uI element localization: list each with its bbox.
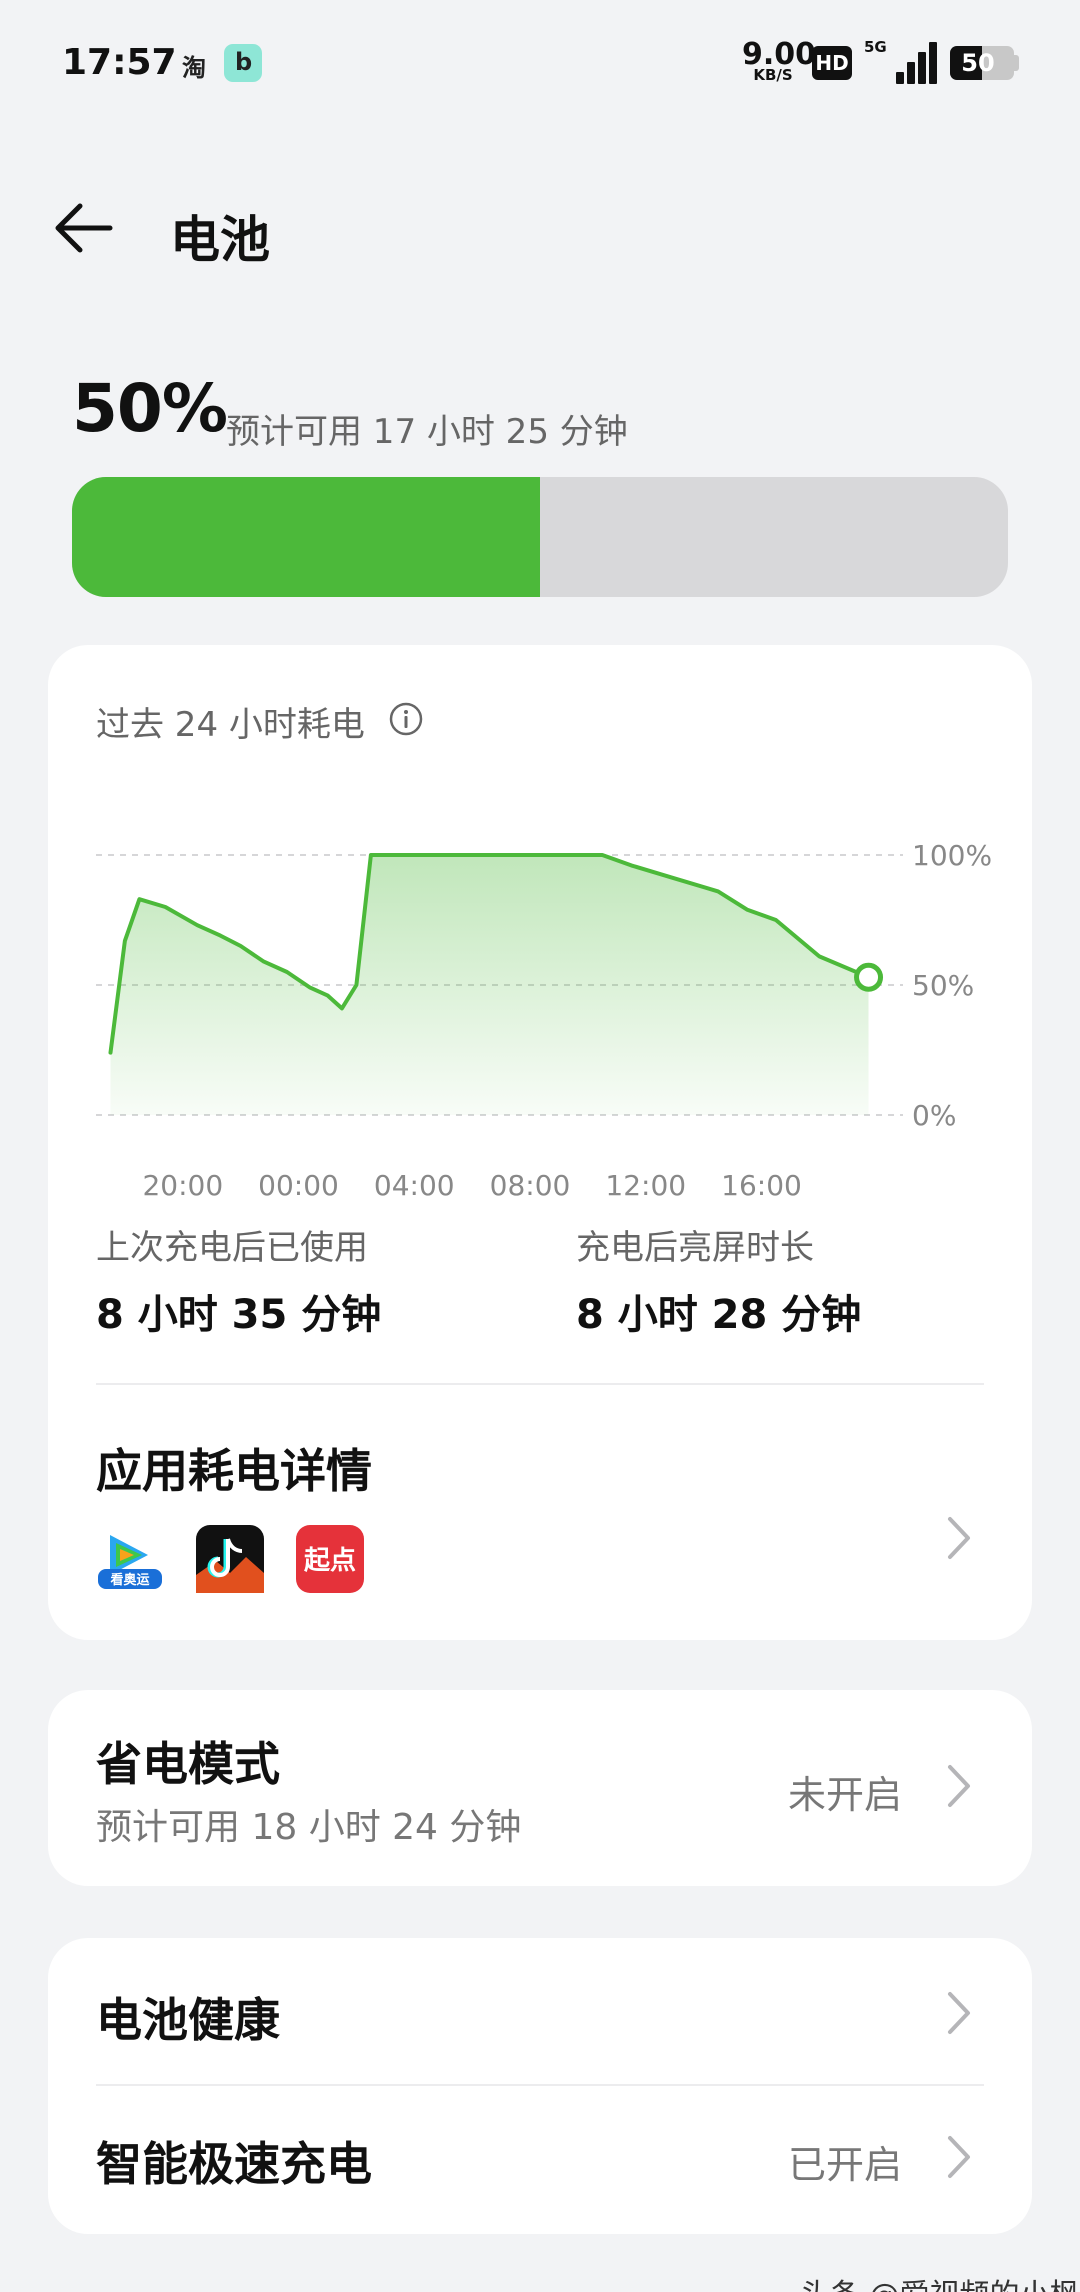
chart-x-tick-label: 16:00 — [721, 1169, 802, 1202]
battery-level-bar — [72, 477, 1008, 597]
stat-used-value: 8 小时 35 分钟 — [96, 1292, 382, 1338]
chart-x-tick-label: 08:00 — [490, 1169, 571, 1202]
chart-x-tick-label: 00:00 — [258, 1169, 339, 1202]
chevron-right-icon[interactable] — [944, 2134, 974, 2180]
hd-badge: HD — [812, 46, 852, 80]
stat-screen-label: 充电后亮屏时长 — [576, 1228, 814, 1268]
tencent-video-icon: 看奥运 — [96, 1525, 164, 1593]
battery-health-card: 电池健康 智能极速充电 已开启 — [48, 1938, 1032, 2234]
chevron-right-icon[interactable] — [944, 1515, 974, 1561]
chevron-right-icon[interactable] — [944, 1763, 974, 1809]
tiktok-icon — [196, 1525, 264, 1593]
svg-text:起点: 起点 — [304, 1545, 356, 1576]
power-save-subtitle: 预计可用 18 小时 24 分钟 — [96, 1807, 522, 1848]
chart-x-tick-label: 20:00 — [142, 1169, 223, 1202]
network-type: 5G — [864, 38, 887, 56]
divider — [96, 1383, 984, 1385]
battery-level-fill — [72, 477, 540, 597]
battery-percent: 50% — [72, 370, 228, 447]
power-save-title: 省电模式 — [96, 1737, 280, 1791]
chart-current-point — [854, 962, 884, 992]
battery-settings-page: 17:57 淘 b 9.00 KB/S HD 5G 50 电池 50% 预计可用… — [0, 0, 1080, 2292]
usage-chart: 100% 50% 0% 20:00 00:00 04:00 08:00 12:00 16:00 — [96, 839, 992, 1202]
power-save-card[interactable]: 省电模式 预计可用 18 小时 24 分钟 未开启 — [48, 1690, 1032, 1886]
taobao-notification-icon: 淘 — [182, 54, 206, 82]
battery-tip — [1014, 55, 1019, 71]
app-notification-icon: b — [224, 44, 262, 82]
chart-y-tick-label: 0% — [912, 1099, 956, 1132]
status-bar: 17:57 淘 b 9.00 KB/S HD 5G 50 — [0, 0, 1080, 130]
watermark: 头条 @爱视频的小枫 — [800, 2270, 1080, 2292]
stat-screen-value: 8 小时 28 分钟 — [576, 1292, 862, 1338]
power-save-status: 未开启 — [788, 1773, 903, 1817]
chart-y-tick-label: 100% — [912, 839, 992, 872]
chart-y-tick-label: 50% — [912, 969, 974, 1002]
battery-health-title[interactable]: 电池健康 — [96, 1984, 280, 2050]
battery-status-icon: 50 — [950, 46, 1014, 80]
network-speed: 9.00 KB/S — [742, 37, 817, 84]
chevron-right-icon[interactable] — [944, 1990, 974, 2036]
info-circle-icon[interactable] — [388, 701, 424, 737]
chart-x-tick-label: 04:00 — [374, 1169, 455, 1202]
arrow-left-icon[interactable] — [54, 200, 114, 256]
battery-estimate: 预计可用 17 小时 25 分钟 — [226, 412, 628, 452]
page-title: 电池 — [170, 211, 270, 269]
smart-fast-charge-status: 已开启 — [788, 2143, 903, 2187]
divider — [96, 2084, 984, 2086]
stat-used-label: 上次充电后已使用 — [96, 1228, 368, 1268]
status-time: 17:57 — [62, 42, 177, 83]
chart-x-tick-label: 12:00 — [605, 1169, 686, 1202]
usage-card: 过去 24 小时耗电 100% 50% 0% 20:00 00:00 04:00 08:00… — [48, 645, 1032, 1640]
svg-text:看奥运: 看奥运 — [110, 1572, 149, 1588]
app-usage-title[interactable]: 应用耗电详情 — [96, 1435, 372, 1501]
chart-area-fill — [110, 855, 869, 1115]
usage-title: 过去 24 小时耗电 — [96, 705, 365, 745]
signal-icon: 5G — [864, 38, 940, 84]
qidian-icon: 起点 — [296, 1525, 364, 1593]
smart-fast-charge-title[interactable]: 智能极速充电 — [96, 2128, 372, 2194]
